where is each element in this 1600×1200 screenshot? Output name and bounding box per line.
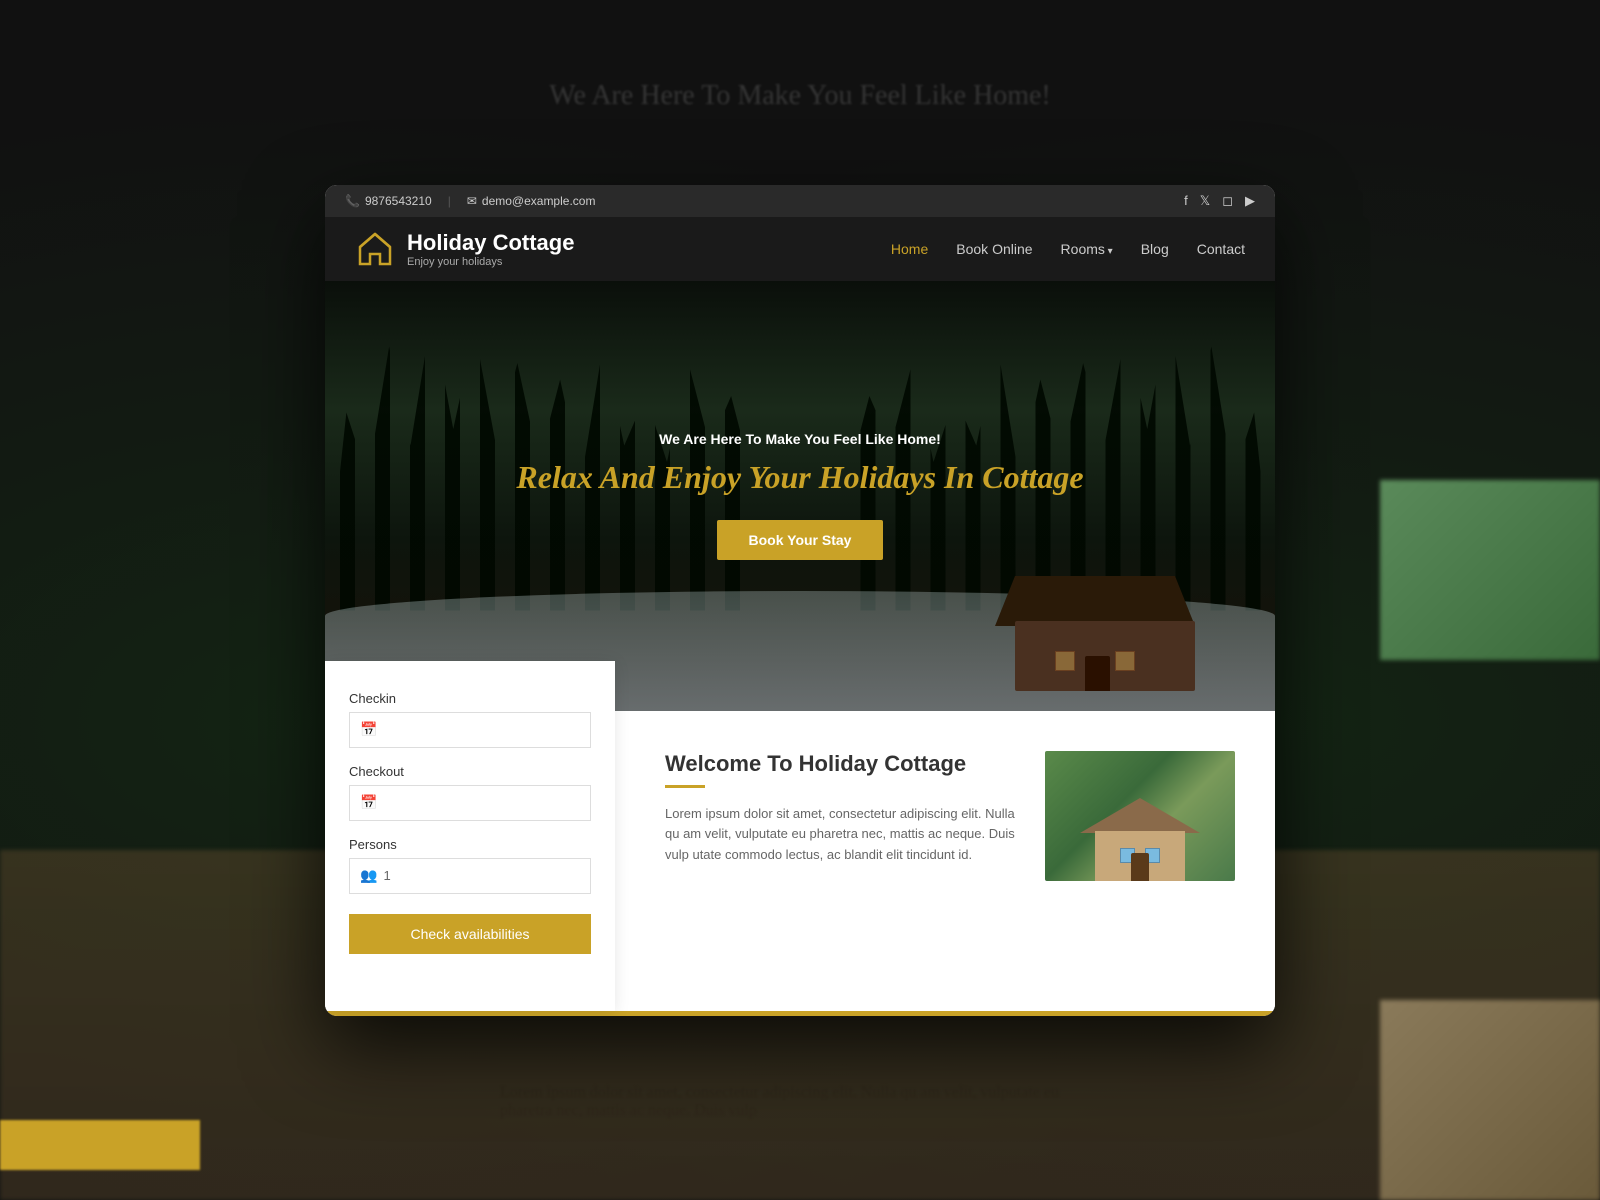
- cottage-image: [1045, 751, 1235, 881]
- bg-right-image-2: [1380, 1000, 1600, 1200]
- browser-window: 📞 9876543210 | ✉ demo@example.com f 𝕏 ◻ …: [325, 185, 1275, 1016]
- bg-gold-bar: [0, 1120, 200, 1170]
- cottage-window-right: [1115, 651, 1135, 671]
- welcome-divider: [665, 785, 705, 788]
- top-bar: 📞 9876543210 | ✉ demo@example.com f 𝕏 ◻ …: [325, 185, 1275, 217]
- checkout-label: Checkout: [349, 764, 591, 779]
- email-icon: ✉: [467, 194, 477, 208]
- social-icons: f 𝕏 ◻ ▶: [1184, 193, 1255, 209]
- calendar-icon-checkin: 📅: [360, 721, 377, 738]
- persons-label: Persons: [349, 837, 591, 852]
- hero-cottage: [995, 571, 1195, 691]
- persons-input-wrapper: 👥: [349, 858, 591, 894]
- checkout-group: Checkout 📅: [349, 764, 591, 821]
- nav-rooms[interactable]: Rooms: [1061, 241, 1113, 257]
- persons-icon: 👥: [360, 867, 377, 884]
- phone-number: 9876543210: [365, 194, 432, 208]
- check-availabilities-button[interactable]: Check availabilities: [349, 914, 591, 954]
- facebook-icon[interactable]: f: [1184, 193, 1188, 209]
- book-your-stay-button[interactable]: Book Your Stay: [717, 520, 884, 560]
- cottage-window-left: [1055, 651, 1075, 671]
- cottage-door: [1085, 656, 1110, 691]
- welcome-description: Lorem ipsum dolor sit amet, consectetur …: [665, 804, 1015, 866]
- checkin-group: Checkin 📅: [349, 691, 591, 748]
- logo-name: Holiday Cottage: [407, 230, 574, 256]
- welcome-title: Welcome To Holiday Cottage: [665, 751, 1015, 777]
- booking-sidebar: Checkin 📅 Checkout 📅 Persons 👥: [325, 661, 615, 1011]
- checkout-input[interactable]: [385, 795, 580, 810]
- cottage-roof: [995, 576, 1195, 626]
- twitter-icon[interactable]: 𝕏: [1200, 193, 1210, 209]
- house-door-img: [1131, 853, 1149, 881]
- nav-links: Home Book Online Rooms Blog Contact: [891, 241, 1245, 257]
- email-contact: ✉ demo@example.com: [467, 194, 596, 208]
- checkin-input-wrapper: 📅: [349, 712, 591, 748]
- navbar: Holiday Cottage Enjoy your holidays Home…: [325, 217, 1275, 281]
- checkin-input[interactable]: [385, 722, 580, 737]
- nav-home[interactable]: Home: [891, 241, 928, 257]
- nav-book-online[interactable]: Book Online: [956, 241, 1032, 257]
- hero-subtitle: We Are Here To Make You Feel Like Home!: [516, 431, 1083, 447]
- calendar-icon-checkout: 📅: [360, 794, 377, 811]
- house-roof-img: [1080, 798, 1200, 833]
- nav-contact[interactable]: Contact: [1197, 241, 1245, 257]
- checkout-input-wrapper: 📅: [349, 785, 591, 821]
- divider: |: [448, 194, 451, 208]
- persons-input[interactable]: [383, 868, 580, 883]
- hero-content: We Are Here To Make You Feel Like Home! …: [476, 431, 1123, 560]
- phone-contact: 📞 9876543210: [345, 194, 432, 208]
- logo-text: Holiday Cottage Enjoy your holidays: [407, 230, 574, 268]
- bg-heading-text: We Are Here To Make You Feel Like Home!: [549, 80, 1050, 112]
- nav-blog[interactable]: Blog: [1141, 241, 1169, 257]
- persons-group: Persons 👥: [349, 837, 591, 894]
- logo-tagline: Enjoy your holidays: [407, 256, 574, 268]
- house-body-img: [1095, 831, 1185, 881]
- cottage-body: [1015, 621, 1195, 691]
- bg-right-image-1: [1380, 480, 1600, 660]
- youtube-icon[interactable]: ▶: [1245, 193, 1255, 209]
- hero-section: We Are Here To Make You Feel Like Home! …: [325, 281, 1275, 711]
- welcome-section: Welcome To Holiday Cottage Lorem ipsum d…: [615, 711, 1275, 1011]
- logo-icon: [355, 229, 395, 269]
- email-address: demo@example.com: [482, 194, 596, 208]
- logo-area: Holiday Cottage Enjoy your holidays: [355, 229, 574, 269]
- cottage-image-placeholder: [1045, 751, 1235, 881]
- instagram-icon[interactable]: ◻: [1222, 193, 1233, 209]
- main-content: Checkin 📅 Checkout 📅 Persons 👥: [325, 711, 1275, 1011]
- top-bar-left: 📞 9876543210 | ✉ demo@example.com: [345, 194, 595, 208]
- checkin-label: Checkin: [349, 691, 591, 706]
- cottage-img-house: [1080, 801, 1200, 881]
- welcome-text: Welcome To Holiday Cottage Lorem ipsum d…: [665, 751, 1015, 866]
- bottom-border: [325, 1011, 1275, 1016]
- phone-icon: 📞: [345, 194, 360, 208]
- hero-title: Relax And Enjoy Your Holidays In Cottage: [516, 459, 1083, 496]
- welcome-inner: Welcome To Holiday Cottage Lorem ipsum d…: [665, 751, 1235, 881]
